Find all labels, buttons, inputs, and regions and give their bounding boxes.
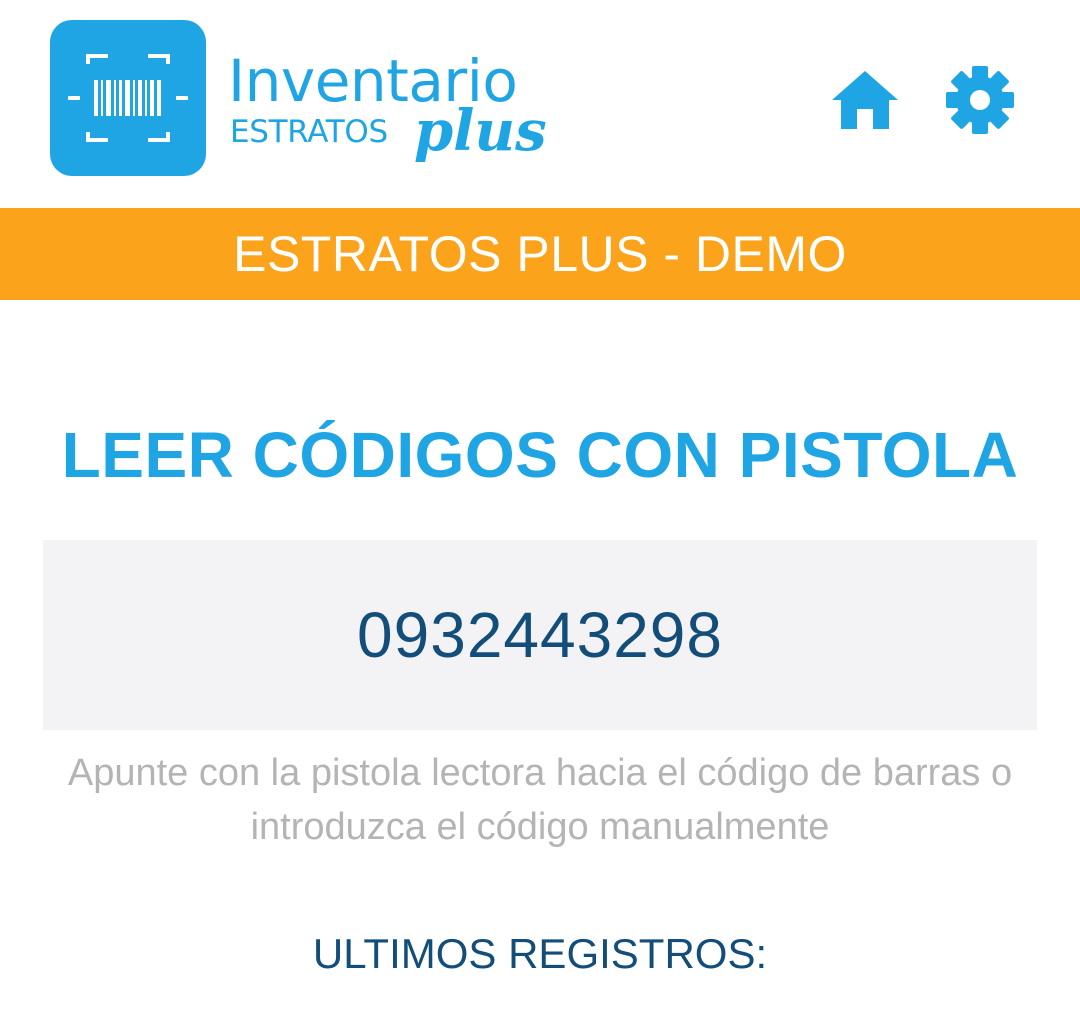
company-banner: ESTRATOS PLUS - DEMO [0, 208, 1080, 300]
barcode-scan-icon [68, 54, 188, 142]
barcode-input[interactable] [43, 540, 1037, 730]
brand-subtitle: ESTRATOS [230, 114, 388, 150]
gear-icon [946, 66, 1014, 134]
app-logo [50, 20, 206, 176]
recent-records-heading: ULTIMOS REGISTROS: [312, 930, 768, 977]
scan-hint: Apunte con la pistola lectora hacia el c… [67, 752, 1013, 848]
settings-button[interactable] [941, 61, 1019, 139]
page-title: LEER CÓDIGOS CON PISTOLA [61, 419, 1019, 491]
app-header: Inventario ESTRATOS plus [0, 0, 1080, 208]
home-icon [832, 71, 898, 129]
home-button[interactable] [826, 63, 904, 141]
brand-script: plus [414, 98, 547, 164]
